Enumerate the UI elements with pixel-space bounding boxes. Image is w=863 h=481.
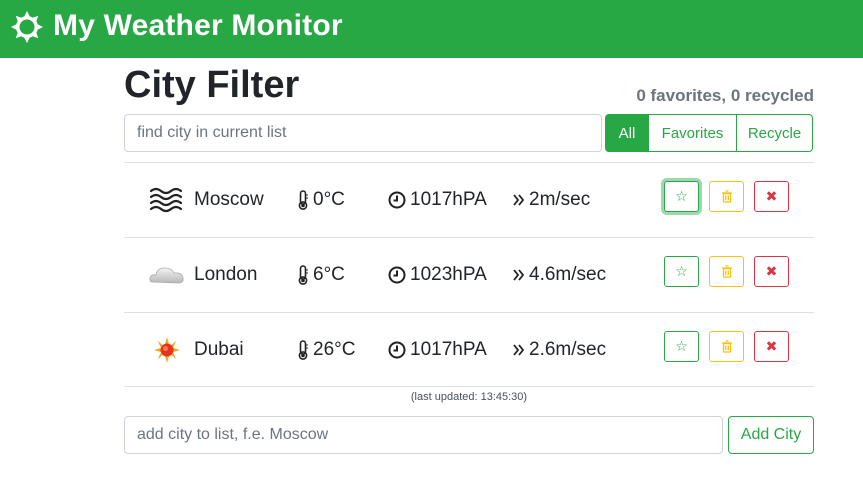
city-pressure: 1017hPA [388, 338, 487, 362]
city-row: Moscow 0°C 1017hPA 2m/sec ☆ ✖ [124, 162, 814, 237]
city-name: Moscow [194, 189, 264, 210]
clock-icon [388, 266, 406, 284]
thermometer-icon [298, 190, 308, 210]
temperature-value: 6°C [313, 264, 345, 285]
star-icon: ☆ [675, 263, 688, 279]
city-name: London [194, 264, 258, 285]
add-city-button[interactable]: Add City [728, 416, 814, 454]
recycle-button[interactable] [709, 331, 744, 362]
thermometer-icon [298, 340, 308, 360]
sun-outline-icon [11, 11, 43, 43]
favorite-button[interactable]: ☆ [664, 181, 699, 212]
fog-icon [149, 187, 183, 213]
city-list: Moscow 0°C 1017hPA 2m/sec ☆ ✖ London 6°C… [124, 162, 814, 387]
trash-icon [721, 265, 732, 278]
city-row: Dubai 26°C 1017hPA 2.6m/sec ☆ ✖ [124, 312, 814, 387]
filter-all-button[interactable]: All [605, 114, 649, 152]
filter-favorites-button[interactable]: Favorites [649, 114, 737, 152]
remove-button[interactable]: ✖ [754, 181, 789, 212]
trash-icon [721, 190, 732, 203]
city-row: London 6°C 1023hPA 4.6m/sec ☆ ✖ [124, 237, 814, 312]
pressure-value: 1017hPA [410, 339, 487, 360]
clock-icon [388, 191, 406, 209]
last-updated-text: (last updated: 13:45:30) [410, 391, 528, 403]
city-temperature: 6°C [297, 263, 345, 287]
temperature-value: 26°C [313, 339, 356, 360]
city-wind: 4.6m/sec [513, 263, 606, 287]
pressure-value: 1017hPA [410, 189, 487, 210]
favorite-button[interactable]: ☆ [664, 331, 699, 362]
wind-value: 2.6m/sec [529, 339, 607, 360]
favorites-recycled-counter: 0 favorites, 0 recycled [636, 86, 814, 105]
favorite-button[interactable]: ☆ [664, 256, 699, 287]
sun-icon [154, 337, 180, 363]
wind-value: 4.6m/sec [529, 264, 607, 285]
city-name: Dubai [194, 339, 244, 360]
wind-value: 2m/sec [529, 189, 591, 210]
double-chevron-right-icon [513, 194, 525, 206]
city-pressure: 1023hPA [388, 263, 487, 287]
city-pressure: 1017hPA [388, 188, 487, 212]
pressure-value: 1023hPA [410, 264, 487, 285]
city-wind: 2.6m/sec [513, 338, 606, 362]
filter-recycle-button[interactable]: Recycle [736, 114, 813, 152]
city-filter-input[interactable] [124, 114, 602, 152]
filter-button-group: All Favorites Recycle [605, 114, 813, 152]
star-icon: ☆ [675, 338, 688, 354]
remove-button[interactable]: ✖ [754, 331, 789, 362]
close-icon: ✖ [765, 338, 778, 354]
temperature-value: 0°C [313, 189, 345, 210]
city-wind: 2m/sec [513, 188, 590, 212]
navbar: My Weather Monitor [0, 0, 863, 58]
trash-icon [721, 340, 732, 353]
recycle-button[interactable] [709, 256, 744, 287]
double-chevron-right-icon [513, 344, 525, 356]
clock-icon [388, 341, 406, 359]
cloud-icon [149, 267, 184, 284]
thermometer-icon [298, 265, 308, 285]
double-chevron-right-icon [513, 269, 525, 281]
city-temperature: 0°C [297, 188, 345, 212]
add-city-input[interactable] [124, 416, 723, 454]
page-title: City Filter [124, 64, 300, 106]
city-temperature: 26°C [297, 338, 355, 362]
remove-button[interactable]: ✖ [754, 256, 789, 287]
recycle-button[interactable] [709, 181, 744, 212]
close-icon: ✖ [765, 263, 778, 279]
close-icon: ✖ [765, 188, 778, 204]
star-icon: ☆ [675, 188, 688, 204]
app-title[interactable]: My Weather Monitor [53, 6, 343, 46]
